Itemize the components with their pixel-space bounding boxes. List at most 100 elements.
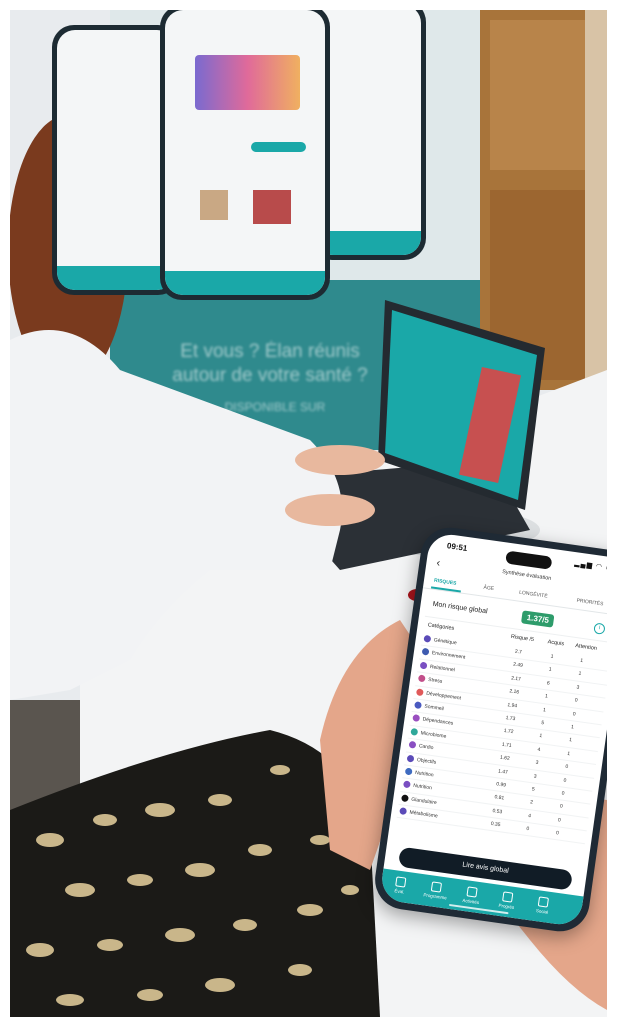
banner-line-2: autour de votre santé ?	[172, 365, 368, 386]
category-score: 1.47	[497, 767, 509, 776]
banner-availability: DISPONIBLE SUR	[224, 400, 326, 414]
category-acquis: 1	[544, 693, 549, 700]
category-acquis: 1	[538, 733, 543, 740]
category-attention: 0	[563, 777, 567, 784]
category-acquis: 1	[548, 666, 552, 674]
photo: Et vous ? Élan réunis autour de votre sa…	[10, 10, 607, 1017]
category-acquis: 0	[525, 826, 530, 833]
category-icon	[410, 727, 419, 736]
category-attention: 1	[570, 724, 575, 731]
category-acquis: 2	[529, 799, 534, 806]
category-score: 1.73	[505, 714, 516, 723]
nav-activites-label: Activités	[462, 897, 480, 906]
category-score: 0.35	[490, 821, 501, 829]
nav-programme[interactable]: Programme	[420, 880, 452, 901]
category-score: 1.72	[503, 728, 514, 736]
category-acquis: 3	[535, 759, 539, 767]
tab-longevite[interactable]: LONGÉVITÉ	[519, 590, 548, 600]
category-attention: 1	[579, 657, 584, 665]
category-name: Nutrition	[414, 769, 434, 779]
category-name: Développement	[425, 690, 462, 702]
nav-activites[interactable]: Activités	[456, 885, 488, 906]
category-attention: 1	[568, 737, 573, 744]
category-name: Génétique	[433, 637, 458, 647]
category-name: Cardio	[418, 743, 434, 752]
tab-priorites[interactable]: PRIORITÉS	[576, 598, 604, 608]
col-category: Catégories	[427, 622, 455, 632]
category-score: 2.16	[508, 688, 520, 696]
category-name: Dépendances	[422, 716, 454, 728]
category-acquis: 5	[531, 786, 536, 793]
category-name: Objectifs	[416, 756, 437, 766]
category-attention: 0	[572, 710, 577, 718]
category-name: Environnement	[431, 650, 466, 662]
category-attention: 0	[574, 697, 578, 704]
category-icon	[417, 674, 426, 683]
category-score: 1.71	[501, 741, 512, 749]
status-icons: ▂▄▆ ◠ ▭	[573, 560, 607, 572]
category-name: Sommeil	[423, 703, 445, 713]
category-icon	[423, 634, 432, 643]
nav-social-label: Social	[535, 908, 549, 915]
category-attention: 3	[576, 684, 580, 691]
category-attention: 0	[559, 803, 563, 811]
gauge-icon	[395, 876, 407, 888]
category-name: Microbiome	[420, 730, 447, 740]
category-icon	[412, 714, 421, 723]
category-icon	[402, 780, 411, 789]
category-acquis: 4	[537, 746, 541, 753]
info-icon[interactable]: i	[593, 622, 606, 635]
activity-icon	[466, 886, 478, 898]
category-icon	[421, 648, 430, 657]
category-score: 0.53	[492, 807, 503, 816]
category-icon	[419, 661, 428, 670]
category-attention: 0	[555, 830, 560, 837]
category-icon	[404, 767, 413, 776]
category-attention: 0	[564, 763, 569, 771]
category-score: 2.49	[512, 661, 524, 670]
category-score: 2.17	[510, 675, 522, 683]
category-name: Nutrition	[412, 783, 433, 792]
category-icon	[408, 740, 417, 749]
category-score: 1.94	[507, 701, 518, 709]
global-risk-label: Mon risque global	[432, 600, 488, 616]
col-attention: Attention	[574, 643, 598, 652]
category-name: Glandulaire	[410, 796, 438, 806]
category-icon	[415, 687, 424, 696]
category-icon	[401, 793, 409, 802]
nav-eval[interactable]: Éval.	[384, 875, 416, 896]
category-attention: 0	[561, 790, 565, 797]
category-icon	[399, 807, 408, 816]
category-attention: 1	[566, 750, 571, 757]
col-acquis: Acquis	[547, 639, 565, 648]
category-attention: 0	[557, 816, 562, 824]
people-icon	[537, 896, 550, 908]
tab-risques[interactable]: RISQUES	[434, 578, 457, 587]
status-time: 09:51	[446, 541, 468, 553]
category-acquis: 6	[546, 680, 551, 687]
chart-icon	[502, 891, 514, 903]
category-list: Génétique 2.7 1 1 Environnement 2.49 1 1 Relatio…	[396, 632, 607, 845]
category-attention: 1	[578, 671, 582, 678]
category-name: Métabolisme	[409, 809, 439, 820]
calendar-icon	[430, 881, 443, 893]
category-icon	[414, 701, 423, 710]
category-acquis: 3	[533, 773, 537, 780]
category-score: 0.81	[494, 794, 505, 802]
banner-slogan: Et vous ? Élan réunis autour de votre sa…	[130, 340, 410, 388]
nav-eval-label: Éval.	[394, 888, 405, 895]
category-name: Stress	[427, 677, 443, 685]
category-acquis: 4	[527, 812, 532, 820]
category-score: 1.62	[499, 754, 511, 763]
category-score: 2.7	[514, 648, 523, 656]
nav-progres-label: Progrès	[498, 902, 515, 910]
category-icon	[406, 754, 415, 763]
category-score: 0.99	[495, 781, 507, 789]
col-risk: Risque /5	[510, 633, 535, 644]
nav-progres[interactable]: Progrès	[491, 890, 523, 911]
tab-age[interactable]: ÂGE	[483, 585, 494, 592]
category-acquis: 1	[542, 706, 547, 714]
nav-social[interactable]: Social	[527, 895, 559, 916]
global-risk-badge: 1.37/5	[520, 610, 555, 628]
banner-line-1: Et vous ? Élan réunis	[180, 341, 360, 362]
